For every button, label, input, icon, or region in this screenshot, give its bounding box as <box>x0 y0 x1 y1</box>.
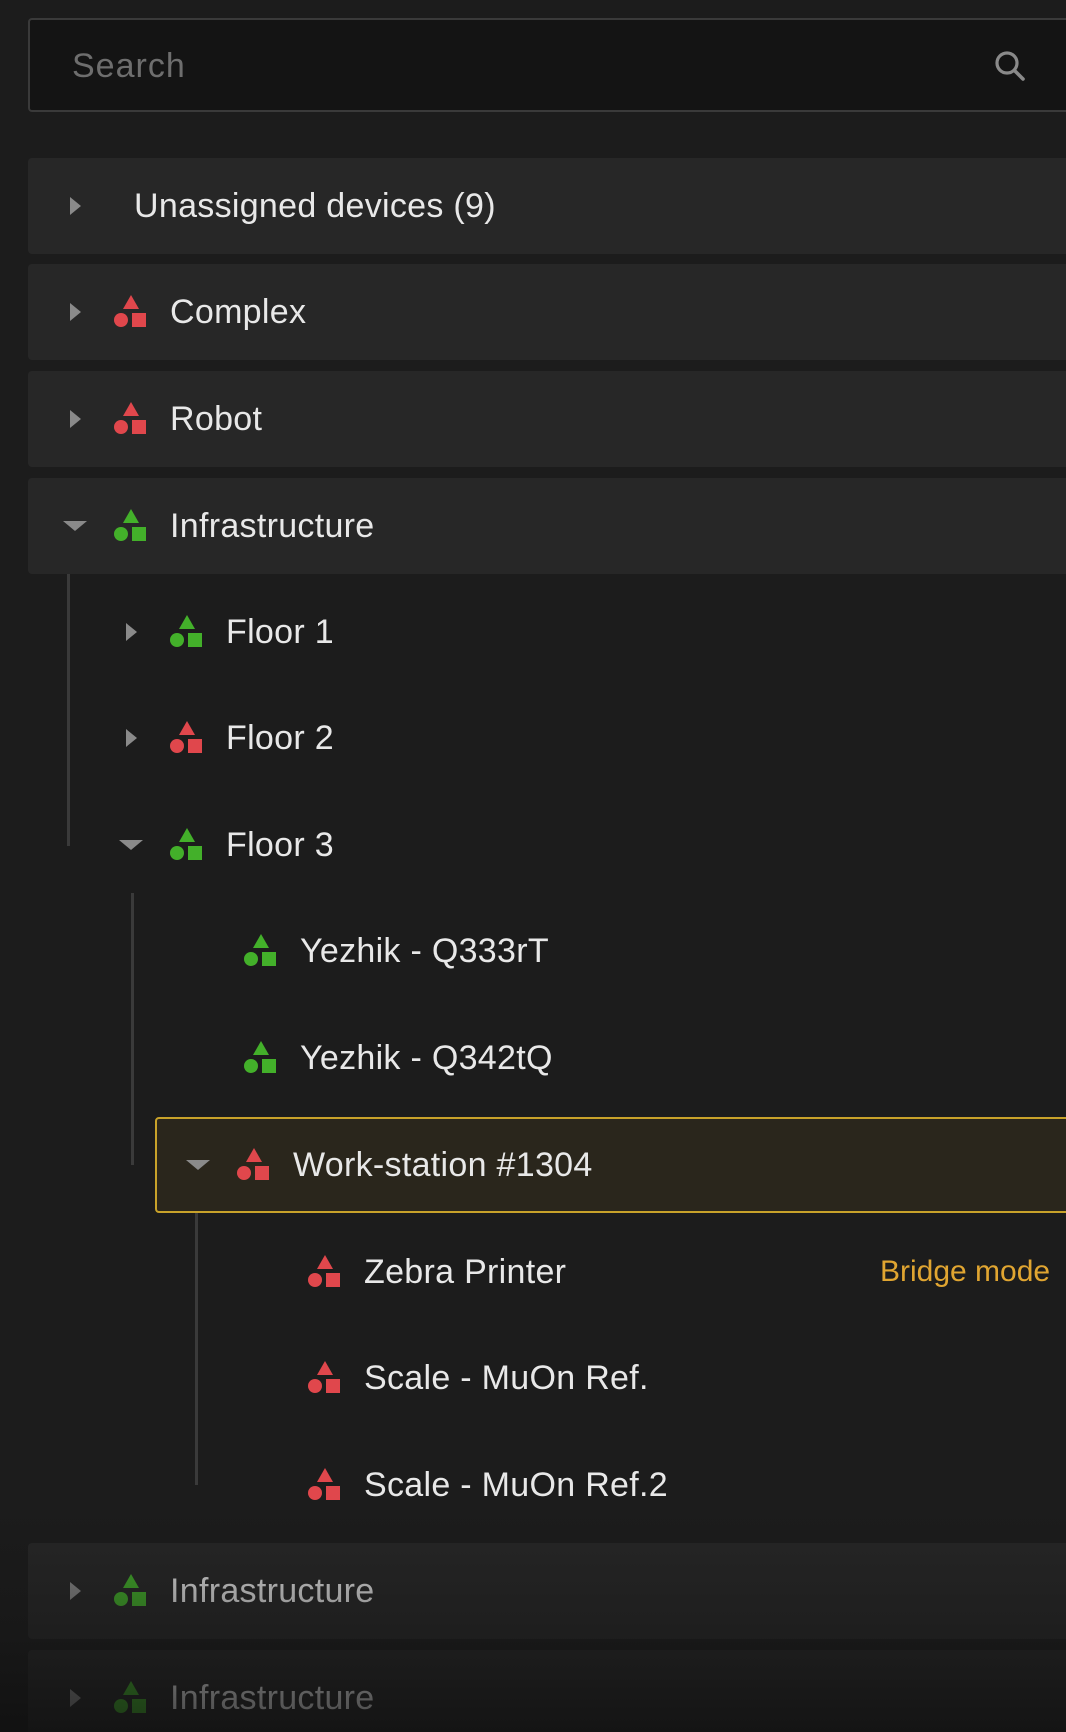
expand-toggle[interactable] <box>116 723 146 753</box>
chevron-down-icon <box>186 1160 210 1170</box>
chevron-right-icon <box>69 197 81 215</box>
device-group-alert-icon <box>112 293 150 331</box>
chevron-down-icon <box>119 840 143 850</box>
status-badge: Bridge mode <box>880 1255 1051 1288</box>
tree-item-scale-muon-ref-2[interactable]: Scale - MuOn Ref.2 <box>306 1437 1066 1533</box>
chevron-right-icon <box>69 410 81 428</box>
tree-item-label: Floor 3 <box>226 825 334 864</box>
tree-item-infrastructure[interactable]: Infrastructure <box>28 478 1066 574</box>
tree-item-label: Yezhik - Q342tQ <box>300 1038 553 1077</box>
search-icon[interactable] <box>990 46 1030 86</box>
chevron-right-icon <box>69 303 81 321</box>
expand-toggle[interactable] <box>60 1683 90 1713</box>
device-group-ok-icon <box>112 1572 150 1610</box>
tree-item-complex[interactable]: Complex <box>28 264 1066 360</box>
tree-item-label: Complex <box>170 292 307 331</box>
device-alert-icon <box>306 1466 344 1504</box>
tree-item-infrastructure-3[interactable]: Infrastructure <box>28 1650 1066 1732</box>
device-ok-icon <box>242 932 280 970</box>
tree-guide-infrastructure <box>67 574 70 846</box>
tree-item-label: Floor 1 <box>226 612 334 651</box>
expand-toggle[interactable] <box>60 404 90 434</box>
collapse-toggle[interactable] <box>60 511 90 541</box>
search-box[interactable] <box>28 18 1066 112</box>
expand-toggle[interactable] <box>60 297 90 327</box>
tree-item-floor-3[interactable]: Floor 3 <box>116 797 1066 893</box>
device-group-ok-icon <box>168 613 206 651</box>
tree-item-label: Infrastructure <box>170 1571 375 1610</box>
collapse-toggle[interactable] <box>116 830 146 860</box>
tree-item-label: Floor 2 <box>226 718 334 757</box>
device-alert-icon <box>306 1253 344 1291</box>
tree-item-label: Scale - MuOn Ref.2 <box>364 1465 668 1504</box>
tree-item-label: Infrastructure <box>170 506 375 545</box>
tree-item-floor-2[interactable]: Floor 2 <box>116 690 1066 786</box>
chevron-right-icon <box>69 1582 81 1600</box>
search-input[interactable] <box>70 20 954 112</box>
device-tree-panel: Unassigned devices (9) Complex Robot Inf… <box>0 0 1066 1732</box>
device-group-ok-icon <box>168 826 206 864</box>
tree-item-robot[interactable]: Robot <box>28 371 1066 467</box>
tree-guide-floor3 <box>131 893 134 1165</box>
tree-item-label: Yezhik - Q333rT <box>300 931 549 970</box>
tree-item-label: Scale - MuOn Ref. <box>364 1358 649 1397</box>
tree-item-work-station-1304[interactable]: Work-station #1304 <box>155 1117 1066 1213</box>
tree-item-scale-muon-ref[interactable]: Scale - MuOn Ref. <box>306 1330 1066 1426</box>
expand-toggle[interactable] <box>60 191 90 221</box>
device-alert-icon <box>235 1146 273 1184</box>
device-group-ok-icon <box>112 507 150 545</box>
collapse-toggle[interactable] <box>183 1150 213 1180</box>
tree-item-yezhik-q333rt[interactable]: Yezhik - Q333rT <box>242 903 1066 999</box>
device-ok-icon <box>242 1039 280 1077</box>
device-alert-icon <box>306 1359 344 1397</box>
tree-item-label: Zebra Printer <box>364 1252 567 1291</box>
chevron-right-icon <box>69 1689 81 1707</box>
expand-toggle[interactable] <box>116 617 146 647</box>
device-group-alert-icon <box>168 719 206 757</box>
tree-item-label: Unassigned devices (9) <box>134 186 496 225</box>
tree-item-label: Robot <box>170 399 263 438</box>
tree-item-floor-1[interactable]: Floor 1 <box>116 584 1066 680</box>
chevron-right-icon <box>125 729 137 747</box>
tree-item-zebra-printer[interactable]: Zebra Printer Bridge mode <box>306 1224 1066 1320</box>
tree-item-yezhik-q342tq[interactable]: Yezhik - Q342tQ <box>242 1010 1066 1106</box>
chevron-right-icon <box>125 623 137 641</box>
tree-item-unassigned-devices[interactable]: Unassigned devices (9) <box>28 158 1066 254</box>
tree-item-infrastructure-2[interactable]: Infrastructure <box>28 1543 1066 1639</box>
tree-item-label: Work-station #1304 <box>293 1145 593 1184</box>
tree-item-label: Infrastructure <box>170 1678 375 1717</box>
tree-guide-workstation <box>195 1213 198 1485</box>
device-group-alert-icon <box>112 400 150 438</box>
chevron-down-icon <box>63 521 87 531</box>
device-group-ok-icon <box>112 1679 150 1717</box>
expand-toggle[interactable] <box>60 1576 90 1606</box>
